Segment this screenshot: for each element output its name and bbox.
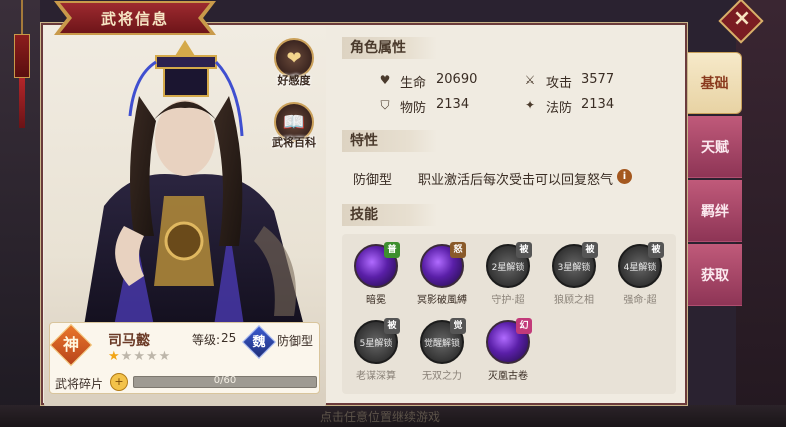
skill-type-badge: 觉 bbox=[450, 318, 466, 334]
locked-skill-icon: 4星解锁 被 bbox=[618, 242, 664, 288]
skill-slot[interactable]: 3星解锁 被狼顾之相 bbox=[544, 242, 604, 306]
skill-type-badge: 幻 bbox=[516, 318, 532, 334]
tab-0[interactable]: 基础 bbox=[688, 52, 742, 114]
info-icon[interactable]: i bbox=[617, 169, 632, 184]
level-value: 25 bbox=[221, 331, 237, 345]
skill-slot[interactable]: 4星解锁 被强命·超 bbox=[610, 242, 670, 306]
skill-type-badge: 怒 bbox=[450, 242, 466, 258]
hero-card: 神 司马懿 等级: 25 魏 防御型 ★★★★★ 武将碎片 + 0/60 bbox=[49, 322, 320, 394]
footer-hint: 点击任意位置继续游戏 bbox=[320, 410, 441, 424]
stat-label-hp: 生命 bbox=[400, 76, 427, 91]
attributes-header: 角色属性 bbox=[342, 37, 437, 59]
level-label: 等级: bbox=[192, 333, 221, 347]
stat-label-pdef: 物防 bbox=[400, 101, 427, 116]
stat-label-mdef: 法防 bbox=[546, 101, 573, 116]
stat-value-attack: 3577 bbox=[581, 72, 615, 87]
close-icon[interactable]: × bbox=[729, 6, 755, 36]
skill-icon: 普 bbox=[354, 242, 400, 288]
window-title: 武将信息 bbox=[60, 3, 210, 33]
skill-name: 暗冕 bbox=[366, 295, 386, 306]
skill-icon: 怒 bbox=[420, 242, 466, 288]
locked-skill-icon: 3星解锁 被 bbox=[552, 242, 598, 288]
trait-description: 职业激活后每次受击可以回复怒气 bbox=[418, 173, 614, 188]
stat-value-pdef: 2134 bbox=[436, 97, 470, 112]
sword-icon: ⚔ bbox=[524, 73, 536, 87]
skill-name: 狼顾之相 bbox=[554, 295, 594, 306]
right-backdrop bbox=[736, 0, 786, 427]
skill-name: 无双之力 bbox=[422, 371, 462, 382]
stat-value-hp: 20690 bbox=[436, 72, 478, 87]
faction-text: 魏 bbox=[252, 335, 266, 350]
lantern-string bbox=[21, 0, 23, 34]
skill-slot[interactable]: 普暗冕 bbox=[346, 242, 406, 306]
skill-unlock-condition: 3星解锁 bbox=[557, 263, 591, 273]
stat-value-mdef: 2134 bbox=[581, 97, 615, 112]
skill-slot[interactable]: 幻灭凰古卷 bbox=[478, 318, 538, 382]
tab-1[interactable]: 天赋 bbox=[688, 116, 742, 178]
locked-skill-icon: 5星解锁 被 bbox=[354, 318, 400, 364]
skill-type-badge: 被 bbox=[648, 242, 664, 258]
skill-unlock-condition: 2星解锁 bbox=[491, 263, 525, 273]
encyclopedia-label: 武将百科 bbox=[272, 136, 316, 149]
skill-icon: 幻 bbox=[486, 318, 532, 364]
tab-2[interactable]: 羁绊 bbox=[688, 180, 742, 242]
skill-name: 冥影破風縛 bbox=[417, 295, 467, 306]
skill-name: 守护·超 bbox=[491, 295, 525, 306]
locked-skill-icon: 觉醒解锁 觉 bbox=[420, 318, 466, 364]
skill-type-badge: 被 bbox=[516, 242, 532, 258]
star-rating: ★★★★★ bbox=[108, 349, 171, 364]
star-empty-icon: ★ bbox=[158, 349, 172, 364]
skill-slot[interactable]: 觉醒解锁 觉无双之力 bbox=[412, 318, 472, 382]
tab-3[interactable]: 获取 bbox=[688, 244, 742, 306]
fragments-label: 武将碎片 bbox=[55, 377, 104, 391]
heart-icon: ♥ bbox=[379, 73, 391, 87]
skill-slot[interactable]: 2星解锁 被守护·超 bbox=[478, 242, 538, 306]
shield-icon: ⛉ bbox=[380, 98, 390, 112]
skills-panel: 普暗冕怒冥影破風縛 2星解锁被守护·超 3星解锁被狼顾之相 4星解锁被强命·超 5星解锁… bbox=[342, 234, 676, 394]
skill-type-badge: 被 bbox=[384, 318, 400, 334]
magic-shield-icon: ✦ bbox=[524, 98, 536, 112]
rarity-text: 神 bbox=[62, 335, 79, 354]
star-empty-icon: ★ bbox=[145, 349, 159, 364]
skills-header: 技能 bbox=[342, 204, 437, 226]
add-fragment-icon[interactable]: + bbox=[110, 373, 128, 391]
heart-icon: ❤ bbox=[286, 47, 302, 69]
trait-header: 特性 bbox=[342, 130, 437, 152]
skill-name: 强命·超 bbox=[623, 295, 657, 306]
trait-name: 防御型 bbox=[353, 173, 393, 188]
fragments-progress-text: 0/60 bbox=[213, 375, 237, 386]
skill-unlock-condition: 觉醒解锁 bbox=[423, 339, 460, 349]
lantern-tassel bbox=[19, 78, 25, 128]
locked-skill-icon: 2星解锁 被 bbox=[486, 242, 532, 288]
skill-unlock-condition: 4星解锁 bbox=[623, 263, 657, 273]
skill-slot[interactable]: 5星解锁 被老谋深算 bbox=[346, 318, 406, 382]
lantern-decoration bbox=[14, 34, 30, 78]
affection-label: 好感度 bbox=[277, 74, 311, 87]
star-empty-icon: ★ bbox=[120, 349, 134, 364]
stat-label-attack: 攻击 bbox=[546, 76, 573, 91]
star-empty-icon: ★ bbox=[133, 349, 146, 364]
skill-type-badge: 普 bbox=[384, 242, 400, 258]
skill-slot[interactable]: 怒冥影破風縛 bbox=[412, 242, 472, 306]
skill-name: 灭凰古卷 bbox=[488, 371, 528, 382]
star-filled-icon: ★ bbox=[108, 349, 121, 364]
hero-name: 司马懿 bbox=[108, 333, 150, 349]
skill-name: 老谋深算 bbox=[356, 371, 396, 382]
class-label: 防御型 bbox=[277, 334, 314, 348]
book-icon: 📖 bbox=[282, 111, 306, 133]
skill-type-badge: 被 bbox=[582, 242, 598, 258]
skill-unlock-condition: 5星解锁 bbox=[359, 339, 393, 349]
